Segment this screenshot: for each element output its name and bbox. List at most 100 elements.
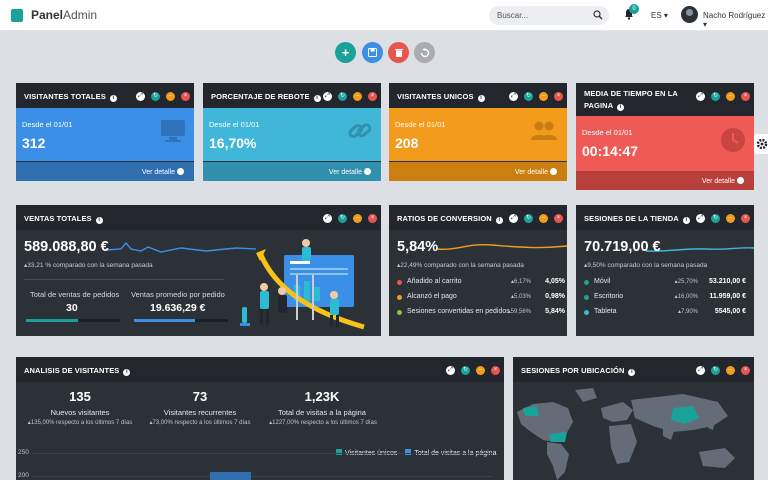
arrow-right-icon	[737, 177, 744, 184]
search-icon[interactable]	[593, 10, 603, 20]
card-title: MEDIA DE TIEMPO EN LA PAGINA i	[584, 89, 678, 111]
search-input[interactable]	[497, 9, 587, 22]
gridline	[32, 476, 492, 477]
info-icon[interactable]: i	[682, 217, 690, 224]
refresh-icon[interactable]: ↻	[524, 92, 533, 101]
stat-since: Desde el 01/01	[395, 120, 446, 129]
view-detail-link[interactable]: Ver detalle	[16, 162, 194, 181]
expand-icon[interactable]: ⤢	[696, 214, 705, 223]
close-icon[interactable]: ×	[741, 366, 750, 375]
expand-icon[interactable]: ⤢	[323, 214, 332, 223]
conversion-sparkline	[437, 243, 567, 251]
minimize-icon[interactable]: –	[539, 214, 548, 223]
new-visitors-sub: ▴135,00% respecto a los últimos 7 días	[27, 420, 133, 426]
expand-icon[interactable]: ⤢	[696, 366, 705, 375]
logo-icon	[11, 9, 23, 22]
info-icon[interactable]: i	[477, 95, 485, 102]
info-icon[interactable]: i	[617, 104, 625, 111]
new-visitors-label: Nuevos visitantes	[50, 408, 110, 417]
refresh-icon[interactable]: ↻	[711, 366, 720, 375]
sesiones-tienda-card: SESIONES DE LA TIENDA i ⤢ ↻ – × 70.719,00…	[576, 205, 754, 336]
view-detail-link[interactable]: Ver detalle	[576, 171, 754, 190]
expand-icon[interactable]: ⤢	[446, 366, 455, 375]
user-menu[interactable]: Nacho Rodríguez ▾	[703, 11, 768, 29]
avatar[interactable]	[681, 6, 698, 23]
add-button[interactable]: +	[335, 42, 356, 63]
avg-progress	[134, 319, 228, 322]
minimize-icon[interactable]: –	[539, 92, 548, 101]
refresh-icon[interactable]: ↻	[338, 92, 347, 101]
minimize-icon[interactable]: –	[476, 366, 485, 375]
close-icon[interactable]: ×	[491, 366, 500, 375]
session-row: Móvil ▴25,70% 53.210,00 €	[584, 278, 746, 288]
view-detail-link[interactable]: Ver detalle	[389, 162, 567, 181]
card-title: SESIONES DE LA TIENDA i	[584, 214, 690, 224]
stat-value: 16,70%	[209, 135, 257, 151]
expand-icon[interactable]: ⤢	[136, 92, 145, 101]
refresh-icon[interactable]: ↻	[338, 214, 347, 223]
card-title: VENTAS TOTALES i	[24, 214, 103, 224]
language-selector[interactable]: ES ▾	[651, 11, 668, 20]
card-title: VISITANTES UNICOS i	[397, 92, 485, 102]
expand-icon[interactable]: ⤢	[509, 214, 518, 223]
stat-value: 312	[22, 135, 46, 151]
refresh-icon[interactable]: ↻	[711, 214, 720, 223]
analisis-visitantes-card: ANALISIS DE VISITANTES i ⤢ ↻ – × 135 Nuev…	[16, 357, 504, 480]
close-icon[interactable]: ×	[741, 214, 750, 223]
brand-logo[interactable]: PanelAdmin	[31, 8, 97, 22]
card-header: VENTAS TOTALES i ⤢ ↻ – ×	[16, 205, 381, 230]
growth-illustration	[240, 239, 365, 330]
world-map[interactable]	[513, 382, 754, 480]
info-icon[interactable]: i	[109, 95, 117, 102]
close-icon[interactable]: ×	[554, 214, 563, 223]
stat-value: 00:14:47	[582, 143, 639, 159]
info-icon[interactable]: i	[495, 217, 503, 224]
total-orders-value: 30	[66, 302, 78, 314]
close-icon[interactable]: ×	[554, 92, 563, 101]
delete-button[interactable]	[388, 42, 409, 63]
refresh-icon[interactable]: ↻	[151, 92, 160, 101]
info-icon[interactable]: i	[95, 217, 103, 224]
sesiones-ubicacion-card: SESIONES POR UBICACIÓN i ⤢ ↻ – ×	[513, 357, 754, 480]
view-detail-link[interactable]: Ver detalle	[203, 162, 381, 181]
ratios-conversion-card: RATIOS DE CONVERSION i ⤢ ↻ – × 5,84% ▴22,…	[389, 205, 567, 336]
refresh-icon[interactable]: ↻	[461, 366, 470, 375]
plus-icon: +	[341, 45, 350, 60]
expand-icon[interactable]: ⤢	[696, 92, 705, 101]
expand-icon[interactable]: ⤢	[509, 92, 518, 101]
card-title: SESIONES POR UBICACIÓN i	[521, 366, 636, 376]
minimize-icon[interactable]: –	[353, 214, 362, 223]
expand-icon[interactable]: ⤢	[323, 92, 332, 101]
close-icon[interactable]: ×	[368, 92, 377, 101]
refresh-icon[interactable]: ↻	[711, 92, 720, 101]
stat-card-porcentaje-rebote: PORCENTAJE DE REBOTE i ⤢ ↻ – × Desde el 0…	[203, 83, 381, 181]
info-icon[interactable]: i	[628, 369, 636, 376]
reset-button[interactable]	[414, 42, 435, 63]
minimize-icon[interactable]: –	[726, 366, 735, 375]
trash-icon	[394, 49, 403, 57]
arrow-right-icon	[550, 168, 557, 175]
minimize-icon[interactable]: –	[166, 92, 175, 101]
minimize-icon[interactable]: –	[353, 92, 362, 101]
close-icon[interactable]: ×	[181, 92, 190, 101]
close-icon[interactable]: ×	[741, 92, 750, 101]
minimize-icon[interactable]: –	[726, 92, 735, 101]
ratio-row: Sesiones convertidas en pedidos ▴59,56% 5,…	[397, 308, 565, 318]
card-header: MEDIA DE TIEMPO EN LA PAGINA i ⤢ ↻ – ×	[576, 83, 754, 116]
minimize-icon[interactable]: –	[726, 214, 735, 223]
monitor-icon	[161, 120, 185, 142]
info-icon[interactable]: i	[313, 95, 321, 102]
link-icon	[348, 123, 372, 138]
sales-compare: ▴33,21 % comparado con la semana pasada	[24, 262, 153, 269]
settings-tab[interactable]	[754, 134, 768, 154]
refresh-icon[interactable]: ↻	[524, 214, 533, 223]
info-icon[interactable]: i	[123, 369, 131, 376]
gridline	[32, 453, 492, 454]
arrow-right-icon	[364, 168, 371, 175]
close-icon[interactable]: ×	[368, 214, 377, 223]
stat-value: 208	[395, 135, 419, 151]
stat-since: Desde el 01/01	[22, 120, 73, 129]
gear-icon	[756, 138, 768, 150]
save-button[interactable]	[362, 42, 383, 63]
stat-body: Desde el 01/01 16,70%	[203, 108, 381, 161]
